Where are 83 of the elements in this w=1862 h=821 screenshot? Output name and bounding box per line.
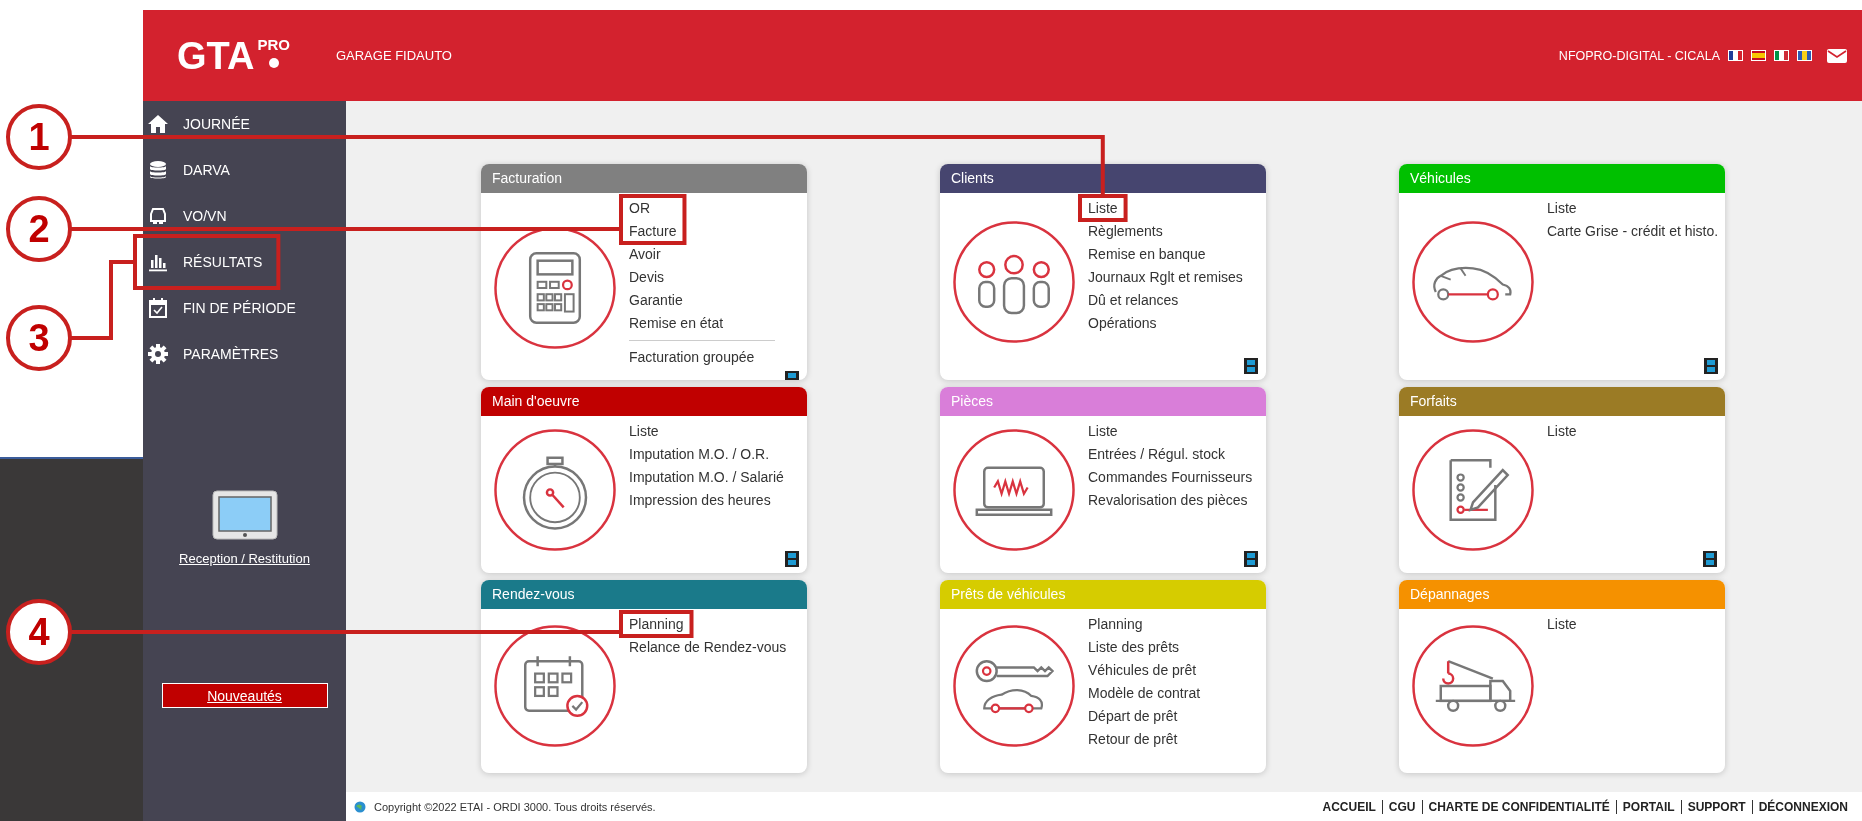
- reception-link[interactable]: Reception / Restitution: [179, 551, 310, 566]
- menu-link[interactable]: Retour de prêt: [1088, 730, 1178, 748]
- card-title: Facturation: [481, 164, 807, 193]
- footer-link[interactable]: CGU: [1381, 799, 1422, 814]
- menu-link[interactable]: Impression des heures: [629, 491, 771, 509]
- callout-badge: 2: [6, 196, 72, 262]
- calendar-check-icon: [147, 297, 169, 319]
- sidebar-item[interactable]: DARVA: [143, 147, 238, 193]
- sidebar-item[interactable]: FIN DE PÉRIODE: [143, 285, 304, 331]
- callout-badge: 4: [6, 599, 72, 665]
- menu-link[interactable]: Revalorisation des pièces: [1088, 491, 1248, 509]
- menu-link[interactable]: Modèle de contrat: [1088, 684, 1201, 702]
- menu-link[interactable]: Liste des prêts: [1088, 638, 1180, 656]
- news-button[interactable]: Nouveautés: [161, 683, 328, 708]
- menu-link[interactable]: Relance de Rendez-vous: [629, 638, 787, 656]
- mail-icon[interactable]: [1826, 46, 1848, 65]
- menu-link[interactable]: Remise en banque: [1088, 245, 1206, 263]
- menu-link[interactable]: Garantie: [629, 291, 683, 309]
- card-title: Véhicules: [1399, 164, 1725, 193]
- menu-link[interactable]: Imputation M.O. / Salarié: [629, 468, 784, 486]
- menu-link[interactable]: Carte Grise - crédit et histo.: [1547, 222, 1719, 240]
- sidebar-item[interactable]: PARAMÈTRES: [143, 331, 287, 377]
- sidebar-item[interactable]: JOURNÉE: [143, 101, 258, 147]
- copyright-text: Copyright ©2022 ETAI - ORDI 3000. Tous droits réservés.: [374, 800, 656, 813]
- menu-link[interactable]: Entrées / Régul. stock: [1088, 445, 1225, 463]
- menu-link[interactable]: Planning: [1088, 615, 1143, 633]
- footer-link[interactable]: DÉCONNEXION: [1751, 799, 1854, 814]
- card-title: Prêts de véhicules: [940, 580, 1266, 609]
- calendar-icon: [493, 624, 617, 748]
- footer-link[interactable]: SUPPORT: [1680, 799, 1752, 814]
- menu-link[interactable]: Commandes Fournisseurs: [1088, 468, 1253, 486]
- menu-link[interactable]: Liste: [1088, 199, 1118, 217]
- flag-icon[interactable]: [1797, 50, 1812, 61]
- callout-badge: 3: [6, 305, 72, 371]
- menu-link[interactable]: Facture: [629, 222, 677, 240]
- key-and-car-icon: [952, 624, 1076, 748]
- footer-link[interactable]: PORTAIL: [1615, 799, 1681, 814]
- menu-link[interactable]: Imputation M.O. / O.R.: [629, 445, 770, 463]
- card-title: Pièces: [940, 387, 1266, 416]
- menu-link[interactable]: Liste: [1547, 422, 1577, 440]
- people-icon: [952, 219, 1076, 344]
- checklist-icon: [1411, 427, 1535, 552]
- footer-link[interactable]: ACCUEIL: [1316, 799, 1382, 814]
- flag-icon[interactable]: [1751, 50, 1766, 61]
- sidebar-item[interactable]: VO/VN: [143, 193, 235, 239]
- menu-link[interactable]: Dû et relances: [1088, 291, 1179, 309]
- menu-link[interactable]: Facturation groupée: [629, 348, 755, 366]
- stopwatch-icon: [493, 427, 617, 552]
- menu-link[interactable]: Opérations: [1088, 314, 1157, 332]
- menu-link[interactable]: Avoir: [629, 245, 661, 263]
- menu-link[interactable]: Liste: [1547, 199, 1577, 217]
- card-title: Clients: [940, 164, 1266, 193]
- laptop-icon: [952, 427, 1076, 552]
- sidebar-item[interactable]: RÉSULTATS: [143, 239, 271, 285]
- user-name: NFOPRO-DIGITAL - CICALA: [1558, 48, 1720, 63]
- flag-icon[interactable]: [1728, 50, 1743, 61]
- menu-link[interactable]: Devis: [629, 268, 664, 286]
- garage-name: GARAGE FIDAUTO: [335, 48, 452, 63]
- menu-link[interactable]: Liste: [1547, 615, 1577, 633]
- card-title: Dépannages: [1399, 580, 1725, 609]
- card-title: Rendez-vous: [481, 580, 807, 609]
- callout-badge: 1: [6, 104, 72, 170]
- globe-icon: [354, 800, 366, 813]
- menu-link[interactable]: Journaux Rglt et remises: [1088, 268, 1243, 286]
- menu-link[interactable]: Départ de prêt: [1088, 707, 1178, 725]
- card-title: Main d'oeuvre: [481, 387, 807, 416]
- menu-link[interactable]: Liste: [1088, 422, 1118, 440]
- menu-link[interactable]: Règlements: [1088, 222, 1163, 240]
- home-icon: [147, 113, 169, 135]
- card-title: Forfaits: [1399, 387, 1725, 416]
- database-icon: [147, 159, 169, 181]
- menu-link[interactable]: Remise en état: [629, 314, 724, 332]
- menu-link[interactable]: Planning: [629, 615, 684, 633]
- menu-link[interactable]: OR: [629, 199, 650, 217]
- car-icon: [147, 205, 169, 227]
- film-icon[interactable]: [1704, 358, 1719, 374]
- footer-link[interactable]: CHARTE DE CONFIDENTIALITÉ: [1421, 799, 1616, 814]
- flag-icon[interactable]: [1774, 50, 1789, 61]
- car-icon: [1411, 219, 1535, 344]
- tablet-icon: [210, 489, 279, 541]
- menu-link[interactable]: Véhicules de prêt: [1088, 661, 1197, 679]
- menu-link[interactable]: Liste: [629, 422, 659, 440]
- tow-truck-icon: [1411, 624, 1535, 748]
